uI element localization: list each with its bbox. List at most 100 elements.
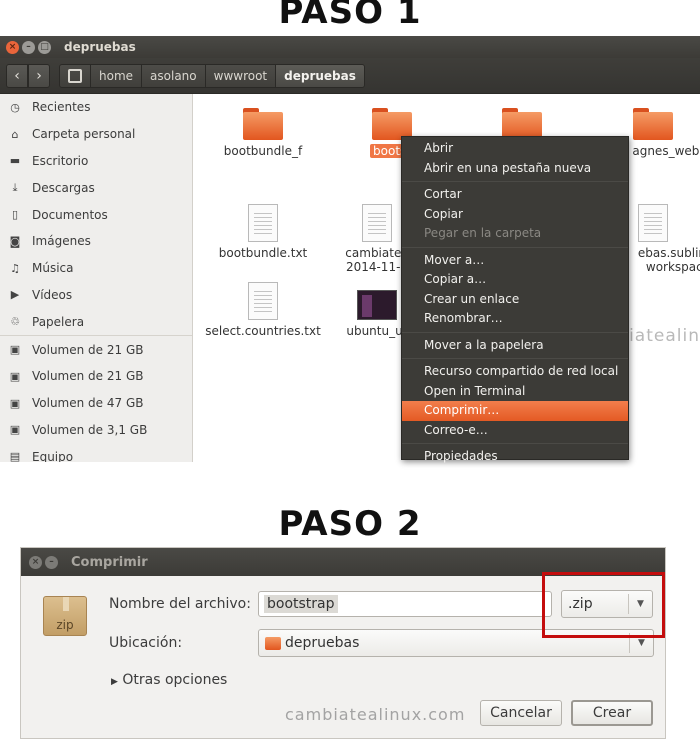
minimize-window-icon[interactable]: – xyxy=(22,40,35,54)
text-file-icon xyxy=(362,204,392,242)
music-icon: ♫ xyxy=(10,261,20,275)
back-button[interactable]: ‹ xyxy=(6,63,28,88)
menu-item-correo[interactable]: Correo-e… xyxy=(402,421,628,441)
disk-icon: ▣ xyxy=(9,396,21,410)
sidebar-item-label: Escritorio xyxy=(32,153,89,168)
create-button[interactable]: Crear xyxy=(571,700,653,726)
menu-item-open-terminal[interactable]: Open in Terminal xyxy=(402,382,628,402)
breadcrumb-asolano[interactable]: asolano xyxy=(141,63,206,88)
disk-icon: ▣ xyxy=(9,369,21,383)
folder-icon xyxy=(633,108,673,140)
watermark: cambiatealinux.com xyxy=(285,705,466,724)
video-icon: ▶ xyxy=(10,288,20,302)
text-file-icon xyxy=(248,282,278,320)
filename-input[interactable]: bootstrap xyxy=(258,591,552,617)
minimize-dialog-icon[interactable]: – xyxy=(45,555,58,569)
sidebar-item-label: Volumen de 21 GB xyxy=(32,342,144,357)
sidebar-item-volume-1[interactable]: ▣ Volumen de 21 GB xyxy=(0,336,192,363)
archive-icon-label: zip xyxy=(56,618,74,632)
more-options-label: Otras opciones xyxy=(122,672,228,688)
sidebar-item-volume-2[interactable]: ▣ Volumen de 21 GB xyxy=(0,363,192,390)
breadcrumb-depruebas[interactable]: depruebas xyxy=(275,63,365,88)
sidebar: ◷ Recientes ⌂ Carpeta personal ▬ Escritorio… xyxy=(0,94,193,462)
sidebar-item-label: Vídeos xyxy=(32,287,73,302)
menu-item-renombrar[interactable]: Renombrar… xyxy=(402,309,628,329)
menu-item-mover-a[interactable]: Mover a… xyxy=(402,251,628,271)
breadcrumb-wwwroot[interactable]: wwwroot xyxy=(204,63,277,88)
window-title: depruebas xyxy=(64,40,136,54)
sidebar-item-label: Volumen de 21 GB xyxy=(32,369,144,384)
sidebar-item-imagenes[interactable]: ◙ Imágenes xyxy=(0,228,192,255)
sidebar-item-documentos[interactable]: ▯ Documentos xyxy=(0,201,192,228)
context-menu: Abrir Abrir en una pestaña nueva Cortar … xyxy=(401,136,629,463)
file-name: select.countries.txt xyxy=(205,324,321,338)
sidebar-item-volume-3[interactable]: ▣ Volumen de 47 GB xyxy=(0,390,192,417)
menu-item-copiar-a[interactable]: Copiar a… xyxy=(402,270,628,290)
dialog-title: Comprimir xyxy=(71,554,148,570)
menu-item-abrir-pestana[interactable]: Abrir en una pestaña nueva xyxy=(402,159,628,179)
menu-item-recurso-compartido[interactable]: Recurso compartido de red local xyxy=(402,362,628,382)
sidebar-item-label: Documentos xyxy=(32,207,108,222)
step-1-title: PASO 1 xyxy=(278,0,422,32)
disk-icon xyxy=(68,68,82,83)
filename-label: Nombre del archivo: xyxy=(109,596,251,612)
sidebar-item-volume-4[interactable]: ▣ Volumen de 3,1 GB xyxy=(0,417,192,444)
file-name: bootbundle_f xyxy=(223,144,303,158)
step-2-title: PASO 2 xyxy=(278,504,422,544)
archive-zip-icon: zip xyxy=(43,596,87,636)
close-dialog-icon[interactable]: × xyxy=(29,555,42,569)
menu-item-propiedades[interactable]: Propiedades xyxy=(402,447,628,467)
breadcrumb-home[interactable]: home xyxy=(90,63,143,88)
maximize-window-icon[interactable]: □ xyxy=(38,40,51,54)
sidebar-item-label: Volumen de 3,1 GB xyxy=(32,422,148,437)
sidebar-item-escritorio[interactable]: ▬ Escritorio xyxy=(0,148,192,175)
sidebar-item-videos[interactable]: ▶ Vídeos xyxy=(0,282,192,309)
file-item-bootbundle-txt[interactable]: bootbundle.txt xyxy=(198,204,328,260)
forward-button[interactable]: › xyxy=(28,63,50,88)
menu-item-comprimir[interactable]: Comprimir… xyxy=(402,401,628,421)
download-icon: ⤓ xyxy=(12,180,18,194)
sidebar-item-carpeta-personal[interactable]: ⌂ Carpeta personal xyxy=(0,121,192,148)
menu-separator xyxy=(402,181,628,182)
sidebar-item-label: Descargas xyxy=(32,180,95,195)
disk-icon: ▣ xyxy=(9,423,21,437)
extension-highlight-box xyxy=(542,572,665,638)
file-item-bootbundle-f[interactable]: bootbundle_f xyxy=(198,108,328,158)
sidebar-item-label: Música xyxy=(32,261,74,276)
text-file-icon xyxy=(638,204,668,242)
location-label: Ubicación: xyxy=(109,635,183,651)
computer-icon: ▤ xyxy=(9,450,21,462)
file-name: bootbundle.txt xyxy=(218,246,308,260)
menu-item-crear-enlace[interactable]: Crear un enlace xyxy=(402,290,628,310)
location-value: depruebas xyxy=(285,635,360,651)
file-item-select-countries[interactable]: select.countries.txt xyxy=(198,282,328,338)
sidebar-item-label: Volumen de 47 GB xyxy=(32,396,144,411)
menu-separator xyxy=(402,246,628,248)
image-thumbnail xyxy=(357,290,397,320)
sidebar-item-label: Imágenes xyxy=(32,234,91,249)
cancel-button[interactable]: Cancelar xyxy=(480,700,562,726)
sidebar-item-equipo[interactable]: ▤ Equipo xyxy=(0,443,192,462)
menu-item-pegar: Pegar en la carpeta xyxy=(424,226,542,240)
menu-separator xyxy=(402,443,628,444)
menu-item-cortar[interactable]: Cortar xyxy=(402,185,628,205)
trash-icon: ♲ xyxy=(10,315,20,329)
home-icon: ⌂ xyxy=(11,127,19,141)
close-window-icon[interactable]: × xyxy=(6,40,19,54)
menu-separator xyxy=(402,358,628,359)
menu-separator xyxy=(402,331,628,333)
desktop-icon: ▬ xyxy=(9,154,21,168)
menu-item-copiar[interactable]: Copiar xyxy=(402,205,628,225)
camera-icon: ◙ xyxy=(9,234,21,248)
menu-item-mover-papelera[interactable]: Mover a la papelera xyxy=(402,336,628,356)
disk-icon: ▣ xyxy=(9,343,21,357)
sidebar-item-papelera[interactable]: ♲ Papelera xyxy=(0,308,192,335)
sidebar-item-musica[interactable]: ♫ Música xyxy=(0,255,192,282)
folder-icon xyxy=(265,636,281,650)
sidebar-item-recientes[interactable]: ◷ Recientes xyxy=(0,94,192,121)
breadcrumb-root-disk[interactable] xyxy=(59,63,91,88)
menu-item-abrir[interactable]: Abrir xyxy=(402,139,628,159)
sidebar-item-descargas[interactable]: ⤓ Descargas xyxy=(0,174,192,201)
sidebar-item-label: Carpeta personal xyxy=(32,127,136,142)
more-options-expander[interactable]: ▶ Otras opciones xyxy=(111,672,227,688)
